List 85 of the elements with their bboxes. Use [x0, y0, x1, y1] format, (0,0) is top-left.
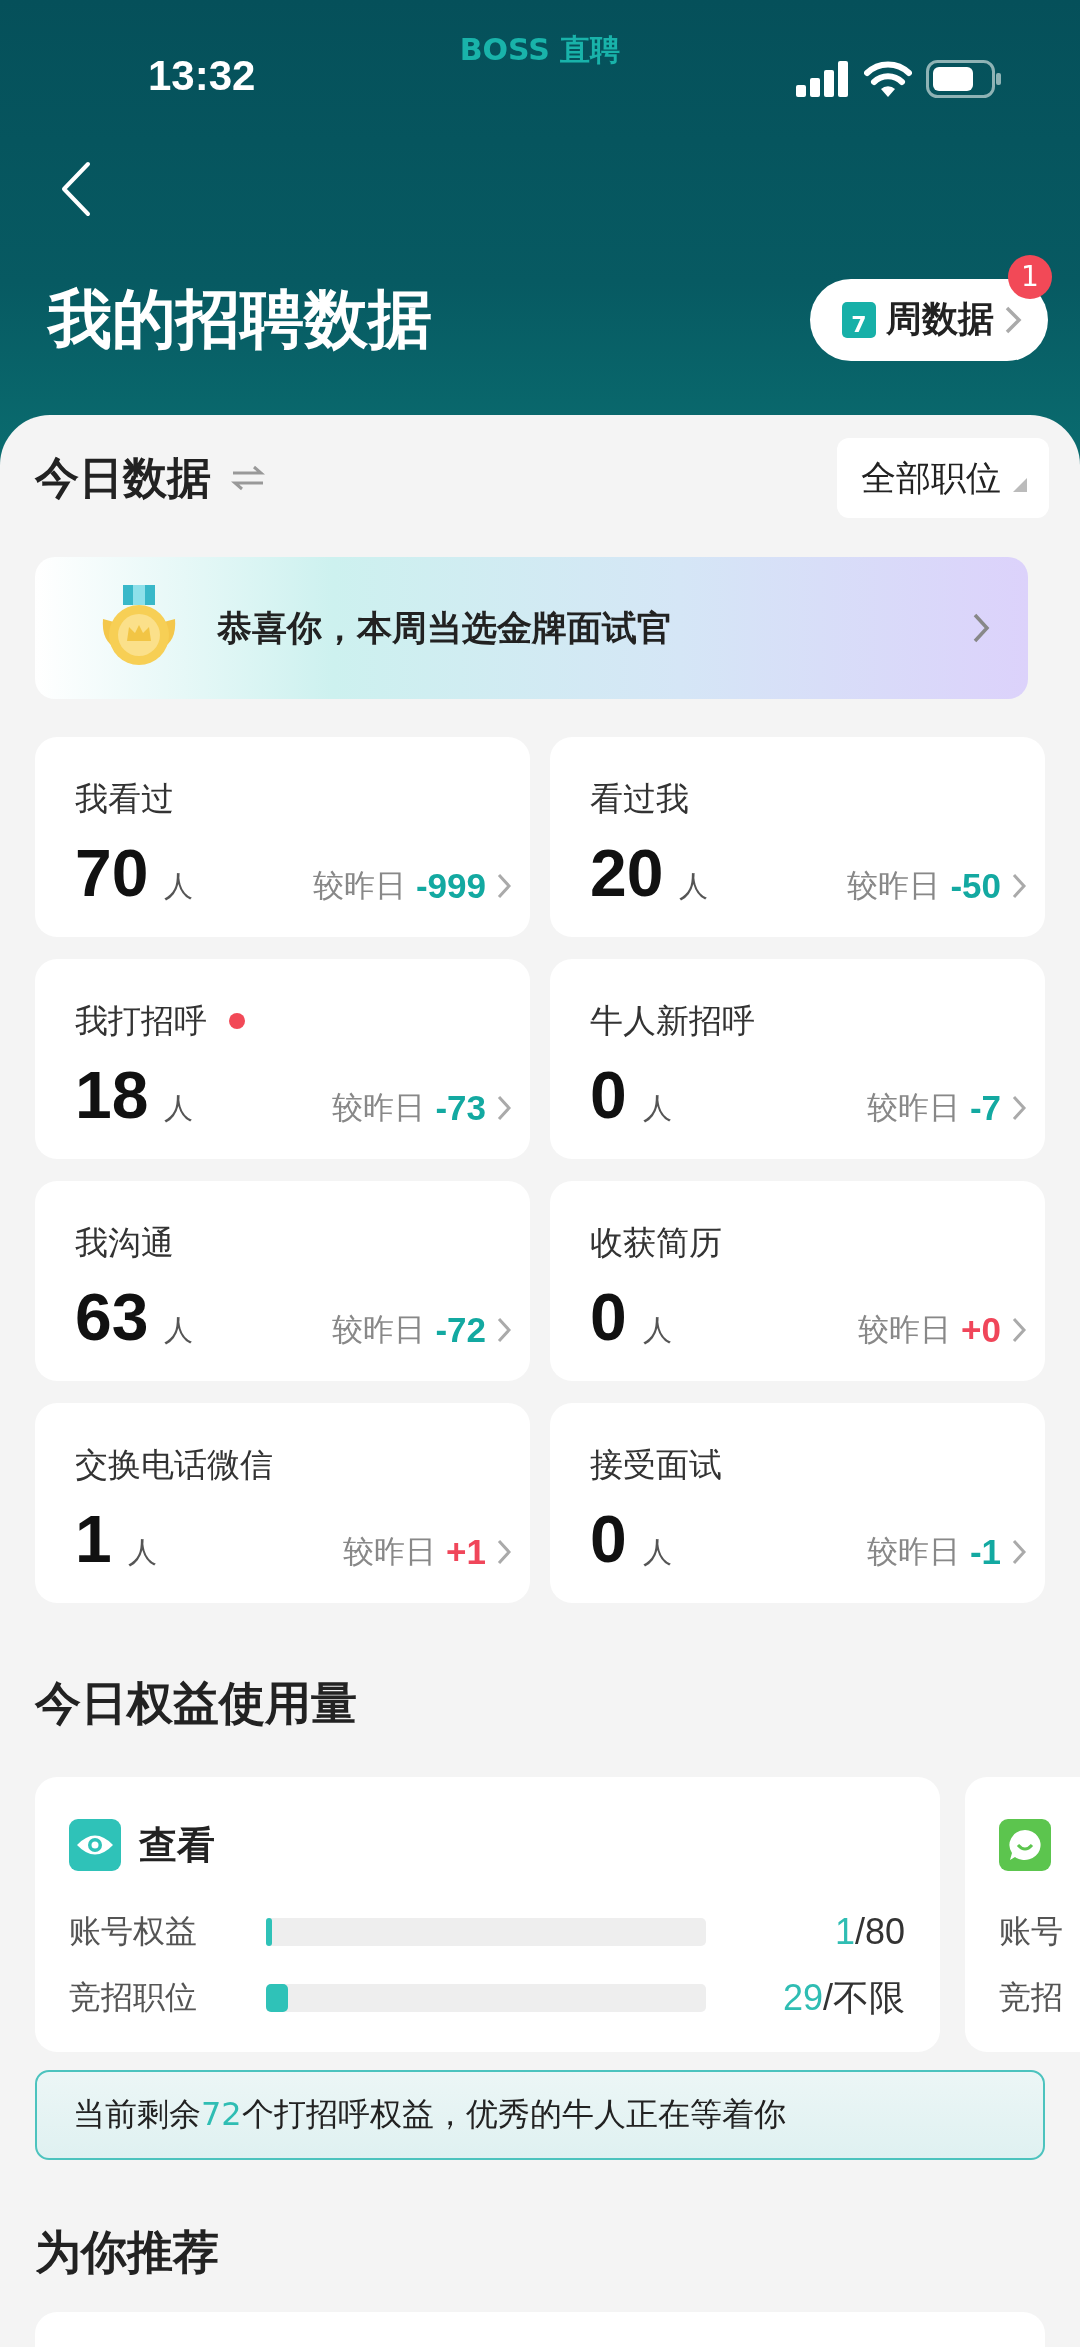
status-time: 13:32: [148, 52, 256, 100]
stat-card[interactable]: 我打招呼 18 人 较昨日 -73: [35, 959, 530, 1159]
chat-icon: [999, 1819, 1051, 1871]
notification-badge: 1: [1008, 254, 1052, 299]
section-title: 今日权益使用量: [35, 1675, 358, 1732]
swap-icon[interactable]: [231, 465, 265, 491]
chevron-icon: [496, 1538, 512, 1566]
benefit-label: 竞招: [999, 1977, 1064, 2018]
chevron-icon: [1011, 1316, 1027, 1344]
stat-card[interactable]: 接受面试 0 人 较昨日 -1: [550, 1403, 1045, 1603]
stat-card[interactable]: 交换电话微信 1 人 较昨日 +1: [35, 1403, 530, 1603]
section-title: 今日数据: [35, 450, 211, 505]
compare-label: 较昨日: [866, 1532, 960, 1571]
stat-value: 18: [75, 1058, 149, 1132]
benefit-label: 竞招职位: [69, 1977, 198, 2018]
section-title: 为你推荐: [35, 2224, 220, 2281]
stat-label: 接受面试: [590, 1443, 722, 1486]
signal-icon: [796, 61, 850, 97]
position-filter[interactable]: 全部职位: [837, 438, 1049, 518]
stat-value: 0: [590, 1058, 627, 1132]
chevron-icon: [496, 1094, 512, 1122]
calendar-icon: 7: [842, 301, 876, 338]
stat-unit: 人: [127, 1535, 157, 1569]
award-banner[interactable]: 恭喜你，本周当选金牌面试官: [35, 557, 1028, 699]
change-value: +0: [961, 1310, 1001, 1350]
stat-value: 63: [75, 1280, 149, 1354]
stat-label: 交换电话微信: [75, 1443, 273, 1486]
notice-text: 当前剩余72个打招呼权益，优秀的牛人正在等着你: [73, 2094, 786, 2135]
change-value: -50: [950, 866, 1001, 906]
stat-card[interactable]: 我沟通 63 人 较昨日 -72: [35, 1181, 530, 1381]
stat-label: 我看过: [75, 777, 174, 820]
stat-unit: 人: [642, 1535, 672, 1569]
usage-value: 29/不限: [781, 1975, 905, 2020]
brand-logo: BOSS 直聘: [459, 31, 621, 69]
stat-label: 看过我: [590, 777, 689, 820]
change-value: -999: [415, 866, 486, 906]
banner-text: 恭喜你，本周当选金牌面试官: [217, 606, 673, 650]
stat-value: 1: [75, 1502, 112, 1576]
notice-banner[interactable]: 当前剩余72个打招呼权益，优秀的牛人正在等着你: [35, 2070, 1045, 2160]
change-value: -1: [969, 1532, 1001, 1572]
change-value: -72: [435, 1310, 486, 1350]
compare-label: 较昨日: [866, 1088, 960, 1127]
stat-unit: 人: [642, 1091, 672, 1125]
chevron-icon: [1011, 1538, 1027, 1566]
chevron-icon: [496, 1316, 512, 1344]
stat-label: 收获简历: [590, 1221, 722, 1264]
stat-label: 牛人新招呼: [590, 999, 755, 1042]
compare-label: 较昨日: [312, 866, 406, 905]
stat-value: 70: [75, 836, 149, 910]
change-value: -7: [969, 1088, 1001, 1128]
stat-label: 我打招呼: [75, 999, 207, 1042]
chevron-icon: [1011, 872, 1027, 900]
compare-label: 较昨日: [858, 1310, 952, 1349]
benefit-label: 账号: [999, 1911, 1064, 1952]
stat-unit: 人: [164, 1313, 194, 1347]
chevron-icon: [496, 872, 512, 900]
eye-icon: [69, 1819, 121, 1871]
battery-icon: [926, 60, 1002, 98]
caret-icon: [1013, 478, 1027, 492]
page-title: 我的招聘数据: [48, 281, 432, 358]
stat-unit: 人: [164, 1091, 194, 1125]
stat-card[interactable]: 牛人新招呼 0 人 较昨日 -7: [550, 959, 1045, 1159]
compare-label: 较昨日: [332, 1088, 426, 1127]
compare-label: 较昨日: [343, 1532, 437, 1571]
compare-label: 较昨日: [332, 1310, 426, 1349]
benefit-title: 查看: [139, 1821, 215, 1869]
benefit-label: 账号权益: [69, 1911, 198, 1952]
change-value: -73: [435, 1088, 486, 1128]
stat-card[interactable]: 收获简历 0 人 较昨日 +0: [550, 1181, 1045, 1381]
chevron-icon: [1004, 304, 1022, 335]
stat-value: 0: [590, 1280, 627, 1354]
chevron-icon: [972, 612, 990, 644]
stat-unit: 人: [164, 869, 194, 903]
stat-value: 20: [590, 836, 664, 910]
wifi-icon: [864, 61, 912, 97]
stat-unit: 人: [642, 1313, 672, 1347]
stat-value: 0: [590, 1502, 627, 1576]
change-value: +1: [446, 1532, 486, 1572]
stat-label: 我沟通: [75, 1221, 174, 1264]
usage-value: 1/80: [833, 1911, 905, 1953]
compare-label: 较昨日: [847, 866, 941, 905]
stat-card[interactable]: 看过我 20 人 较昨日 -50: [550, 737, 1045, 937]
stat-unit: 人: [679, 869, 709, 903]
stat-card[interactable]: 我看过 70 人 较昨日 -999: [35, 737, 530, 937]
chevron-icon: [1011, 1094, 1027, 1122]
